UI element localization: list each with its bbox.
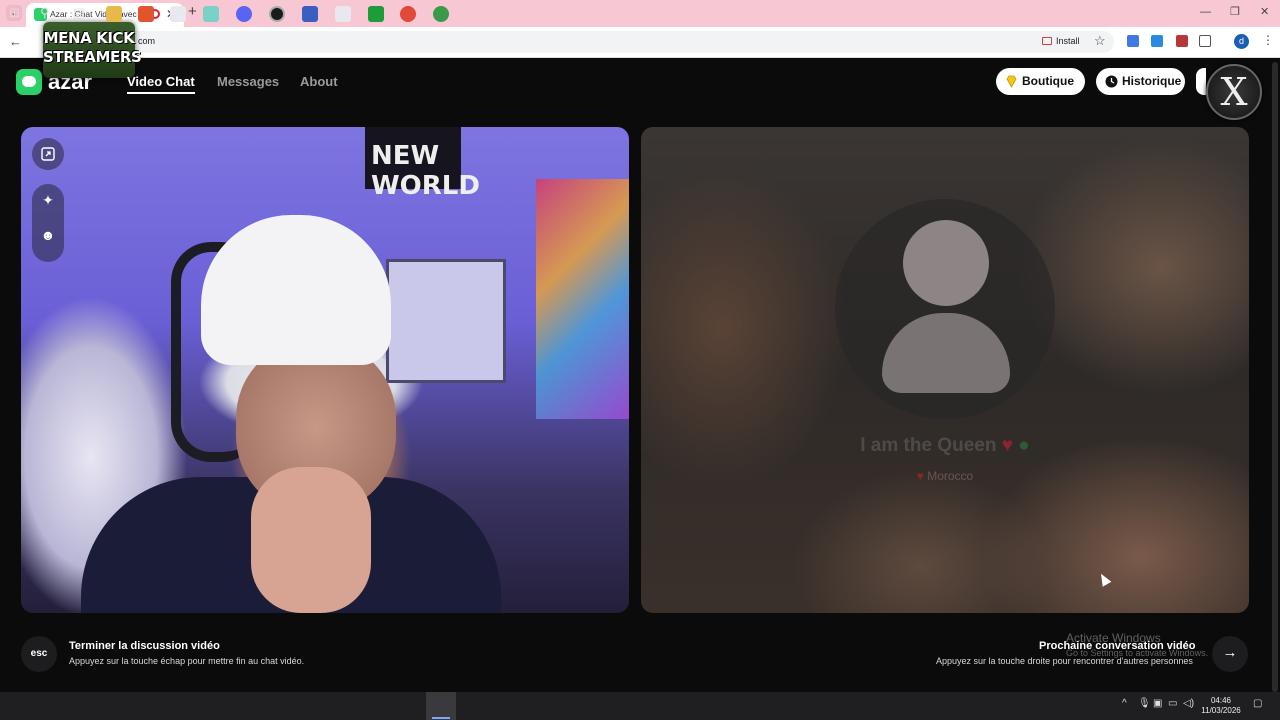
- notes-app-icon[interactable]: [203, 6, 219, 22]
- nav-video-chat[interactable]: Video Chat: [127, 74, 195, 89]
- magic-wand-icon[interactable]: ✦: [32, 192, 64, 209]
- nav-about[interactable]: About: [300, 74, 338, 89]
- streamer-x-badge: X: [1206, 64, 1262, 120]
- extension-icon[interactable]: [1151, 35, 1163, 47]
- bookmark-star-icon[interactable]: ☆: [1094, 33, 1106, 49]
- taskbar-clock[interactable]: 04:46 11/03/2026: [1198, 696, 1244, 716]
- mouse-cursor: [1096, 571, 1112, 587]
- diamond-icon: [1006, 75, 1017, 88]
- address-bar: ←: [0, 27, 1280, 58]
- close-window-icon[interactable]: ✕: [1260, 6, 1269, 18]
- end-chat-hint: Appuyez sur la touche échap pour mettre …: [69, 656, 305, 666]
- expand-button[interactable]: [32, 138, 64, 170]
- nav-active-underline: [127, 92, 195, 94]
- clock-time: 04:46: [1210, 696, 1232, 705]
- taskbar-active-indicator: [432, 717, 450, 719]
- tab-title: Azar : Chat Vidéo avec de n: [50, 9, 144, 19]
- brave-icon[interactable]: [138, 6, 154, 22]
- historique-button[interactable]: Historique: [1096, 68, 1185, 95]
- white-beanie: [201, 215, 391, 365]
- omnibox[interactable]: [62, 31, 1114, 53]
- app-icon[interactable]: [302, 6, 318, 22]
- chrome-icon[interactable]: [400, 6, 416, 22]
- effects-toolbar: ✦ ☻: [32, 184, 64, 262]
- minimize-icon[interactable]: —: [1200, 6, 1211, 18]
- partner-video-panel: I am the Queen ♥ ● ♥ Morocco: [641, 127, 1249, 613]
- windows-taskbar: [0, 692, 1280, 720]
- expand-icon: [41, 147, 55, 161]
- person-hand: [251, 467, 371, 613]
- streamer-overlay-logo: MENA KICK STREAMERS: [43, 22, 142, 78]
- discord-icon[interactable]: [236, 6, 252, 22]
- display-icon[interactable]: ▣: [1153, 698, 1162, 709]
- new-tab-button[interactable]: +: [188, 4, 197, 20]
- notepad-icon[interactable]: [335, 6, 351, 22]
- graffiti-art: [536, 179, 629, 419]
- install-label: Install: [1056, 36, 1080, 46]
- partner-country-row: ♥ Morocco: [641, 469, 1249, 483]
- microphone-icon[interactable]: 🎙: [1138, 698, 1151, 709]
- nav-messages[interactable]: Messages: [217, 74, 279, 89]
- scrollbar[interactable]: [1272, 62, 1278, 692]
- overlay-logo-line1: MENA KICK: [43, 29, 135, 47]
- next-chat-title: Prochaine conversation vidéo: [1039, 640, 1196, 652]
- taskbar-active-highlight: [426, 692, 456, 720]
- obs-icon[interactable]: [269, 6, 285, 22]
- verified-icon: ●: [1018, 435, 1030, 456]
- boutique-button[interactable]: Boutique: [996, 68, 1085, 95]
- self-video-panel: NEW WORLD ✦ ☻: [21, 127, 629, 613]
- volume-icon[interactable]: ◁): [1183, 698, 1194, 709]
- overlay-logo-line2: STREAMERS: [43, 48, 142, 66]
- end-chat-title: Terminer la discussion vidéo: [69, 640, 220, 652]
- back-icon[interactable]: ←: [9, 34, 22, 50]
- extension-icon[interactable]: [1176, 35, 1188, 47]
- clock-date: 11/03/2026: [1201, 706, 1241, 715]
- menu-button[interactable]: [1196, 68, 1206, 95]
- windows-start-icon[interactable]: ⊞: [9, 5, 20, 21]
- avatar-placeholder-icon: [903, 220, 989, 306]
- heart-icon: ♥: [1001, 435, 1013, 456]
- partner-name: I am the Queen: [860, 435, 997, 456]
- task-view-icon[interactable]: ▤: [73, 5, 85, 21]
- next-chat-hint: Appuyez sur la touche droite pour rencon…: [936, 656, 1193, 666]
- boutique-label: Boutique: [1022, 74, 1074, 88]
- calendar-app-icon[interactable]: [170, 6, 186, 22]
- install-icon: [1042, 37, 1052, 45]
- extension-icon[interactable]: [1127, 35, 1139, 47]
- next-chat-button[interactable]: →: [1212, 636, 1248, 672]
- menu-kebab-icon[interactable]: ⋮: [1262, 33, 1274, 47]
- search-icon[interactable]: ⚲: [40, 5, 50, 21]
- puzzle-icon[interactable]: [1199, 35, 1211, 47]
- face-filter-icon[interactable]: ☻: [32, 227, 64, 243]
- tray-chevron-icon[interactable]: ^: [1122, 698, 1127, 709]
- azar-logo-icon[interactable]: [16, 69, 42, 95]
- historique-label: Historique: [1122, 74, 1182, 88]
- partner-country: Morocco: [927, 469, 974, 483]
- chrome-profile-icon[interactable]: [433, 6, 449, 22]
- clock-icon: [1105, 75, 1118, 88]
- network-icon[interactable]: ▭: [1168, 698, 1177, 709]
- install-button[interactable]: Install: [1042, 36, 1080, 46]
- url-text[interactable]: com: [138, 36, 155, 46]
- xbox-icon[interactable]: [368, 6, 384, 22]
- end-chat-button[interactable]: esc: [21, 636, 57, 672]
- flag-heart-icon: ♥: [916, 469, 928, 483]
- wall-poster: NEW WORLD: [365, 127, 480, 201]
- notification-icon[interactable]: ▢: [1253, 698, 1262, 709]
- partner-name-row: I am the Queen ♥ ●: [641, 435, 1249, 457]
- profile-avatar[interactable]: d: [1234, 34, 1249, 49]
- poster-text: NEW WORLD: [371, 141, 480, 201]
- restore-icon[interactable]: ❐: [1230, 6, 1240, 18]
- background-monitor: [386, 259, 506, 383]
- browser-tab-strip: ⌄ Azar : Chat Vidéo avec de n ✕ + — ❐ ✕: [0, 0, 1280, 27]
- file-explorer-icon[interactable]: [106, 6, 122, 22]
